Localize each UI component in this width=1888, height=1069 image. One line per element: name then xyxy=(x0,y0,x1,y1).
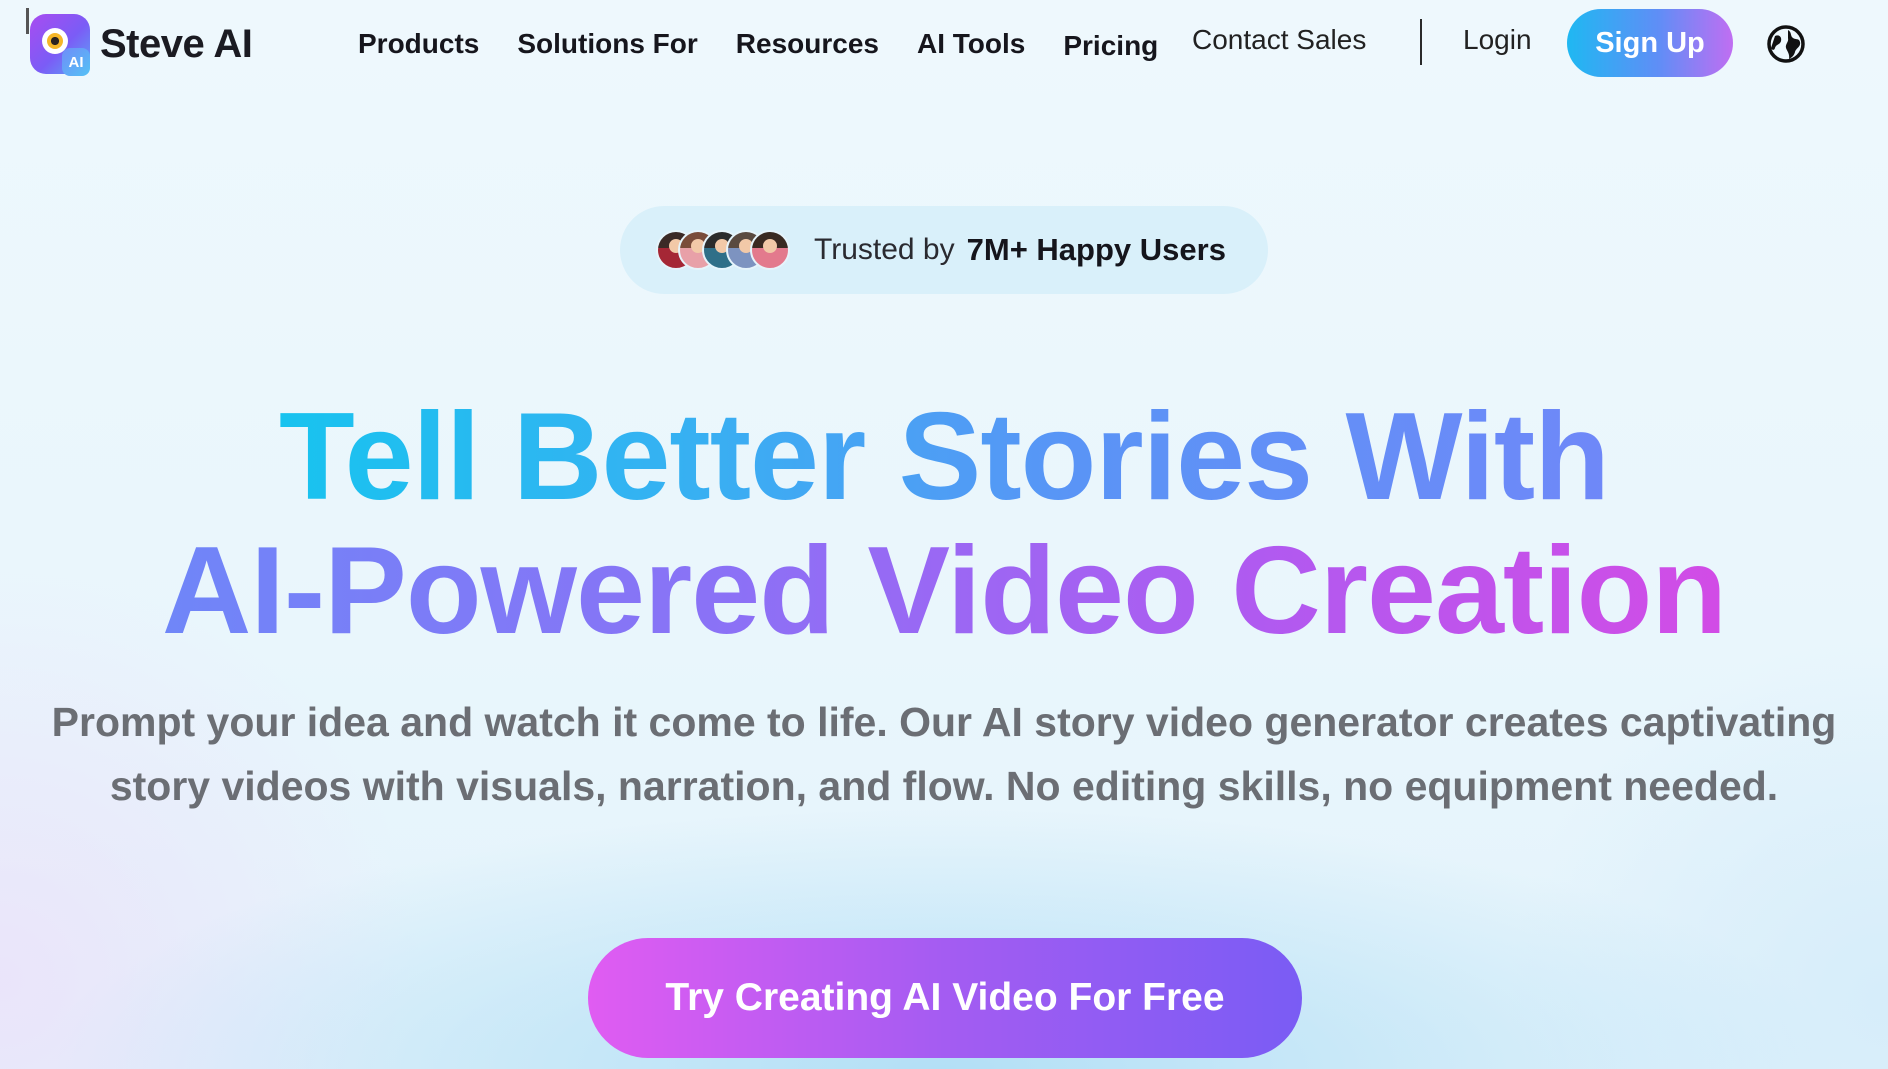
trust-highlight: 7M+ Happy Users xyxy=(966,232,1226,267)
globe-icon[interactable] xyxy=(1766,24,1806,64)
nav-ai-tools[interactable]: AI Tools xyxy=(917,28,1025,60)
user-avatars xyxy=(656,230,790,270)
brand-logo-link[interactable]: AI Steve AI xyxy=(30,12,253,76)
nav-solutions-for[interactable]: Solutions For xyxy=(517,28,697,60)
top-nav: AI Steve AI Products Solutions For Resou… xyxy=(0,0,1888,88)
nav-products[interactable]: Products xyxy=(358,28,479,60)
sign-up-button[interactable]: Sign Up xyxy=(1567,9,1733,77)
steve-ai-logo-icon: AI xyxy=(30,14,90,76)
hero-subtext: Prompt your idea and watch it come to li… xyxy=(51,699,1837,809)
try-free-cta-button[interactable]: Try Creating AI Video For Free xyxy=(588,938,1302,1058)
nav-pricing[interactable]: Pricing xyxy=(1063,30,1158,62)
nav-links: Products Solutions For Resources AI Tool… xyxy=(358,22,1196,66)
landing-page: AI Steve AI Products Solutions For Resou… xyxy=(0,0,1888,1069)
trust-prefix: Trusted by xyxy=(814,233,955,266)
trust-badge: Trusted by 7M+ Happy Users xyxy=(620,206,1268,294)
headline-line-1: Tell Better Stories With xyxy=(279,388,1610,526)
nav-resources[interactable]: Resources xyxy=(736,28,879,60)
brand-name: Steve AI xyxy=(100,21,253,66)
avatar xyxy=(750,230,790,270)
hero-headline: Tell Better Stories With AI-Powered Vide… xyxy=(0,390,1888,658)
ai-badge: AI xyxy=(62,48,90,76)
login-link[interactable]: Login xyxy=(1463,24,1532,56)
contact-sales-link[interactable]: Contact Sales xyxy=(1192,24,1366,56)
headline-line-2: AI-Powered Video Creation xyxy=(161,522,1727,660)
nav-divider xyxy=(1420,19,1422,65)
text-cursor xyxy=(26,8,29,34)
